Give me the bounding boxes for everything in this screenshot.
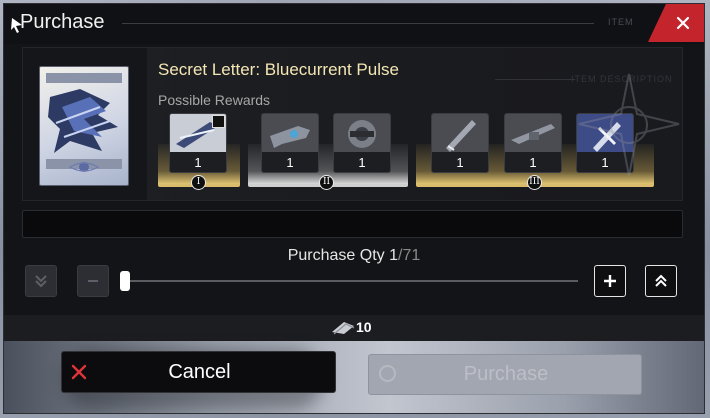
double-chevron-up-icon (655, 274, 667, 287)
blade-icon (432, 114, 488, 154)
reward-qty: 1 (529, 155, 537, 170)
gear-cube-icon (334, 114, 390, 154)
secret-letter-icon (39, 66, 129, 186)
purchase-button[interactable]: Purchase (368, 354, 642, 395)
max-quantity-button[interactable] (645, 265, 677, 297)
reward-slot[interactable]: 1 (504, 113, 562, 173)
minus-icon (88, 280, 98, 282)
reward-qty: 1 (358, 155, 366, 170)
double-chevron-down-icon (35, 275, 47, 288)
purchase-qty-current: 1 (389, 247, 399, 264)
quantity-slider-thumb[interactable] (120, 271, 130, 291)
dialog-footer: Cancel Purchase (4, 341, 704, 413)
title-decoration: ITEM (608, 17, 634, 27)
tier-3-badge: III (527, 175, 542, 190)
item-name-divider (495, 79, 575, 80)
tier-1-badge: I (191, 175, 206, 190)
item-name: Secret Letter: Bluecurrent Pulse (158, 60, 399, 79)
purchase-label: Purchase (463, 363, 549, 385)
cost-bar: 10 (4, 315, 704, 341)
rifle-icon (505, 114, 561, 154)
reward-slot[interactable]: 1 (431, 113, 489, 173)
decrease-quantity-button[interactable] (77, 265, 109, 297)
reward-qty: 1 (286, 155, 294, 170)
item-info-bar (22, 210, 683, 238)
reward-qty: 1 (194, 155, 202, 170)
increase-quantity-button[interactable] (594, 265, 626, 297)
hammer-tag-icon (212, 115, 225, 128)
quantity-slider-track[interactable] (126, 280, 578, 282)
secret-letter-art (46, 73, 122, 172)
plus-icon (604, 275, 616, 287)
tier-2-badge: II (319, 175, 334, 190)
cancel-label: Cancel (168, 361, 231, 383)
currency-icon (332, 322, 355, 335)
cost-value: 10 (356, 319, 372, 335)
purchase-qty-label: Purchase Qty 1/71 (4, 247, 704, 265)
reward-slot[interactable]: 1 (169, 113, 227, 173)
min-quantity-button[interactable] (25, 265, 57, 297)
firearm-icon (262, 114, 318, 154)
reward-slot[interactable]: 1 (333, 113, 391, 173)
cancel-button[interactable]: Cancel (61, 351, 336, 393)
decorative-emblem-icon (578, 73, 680, 177)
reward-qty: 1 (456, 155, 464, 170)
close-button[interactable] (648, 4, 704, 42)
purchase-qty-max: 71 (402, 247, 421, 264)
close-icon (676, 16, 690, 30)
purchase-dialog: Purchase ITEM Secret Letter: Bluecurrent… (3, 3, 705, 414)
title-bar: Purchase ITEM (4, 4, 704, 44)
dialog-title: Purchase (20, 11, 105, 33)
title-divider (122, 23, 594, 24)
reward-slot[interactable]: 1 (261, 113, 319, 173)
purchase-qty-text: Purchase Qty (287, 247, 385, 264)
rewards-label: Possible Rewards (158, 92, 271, 108)
item-panel: Secret Letter: Bluecurrent Pulse ITEM DE… (22, 47, 683, 201)
